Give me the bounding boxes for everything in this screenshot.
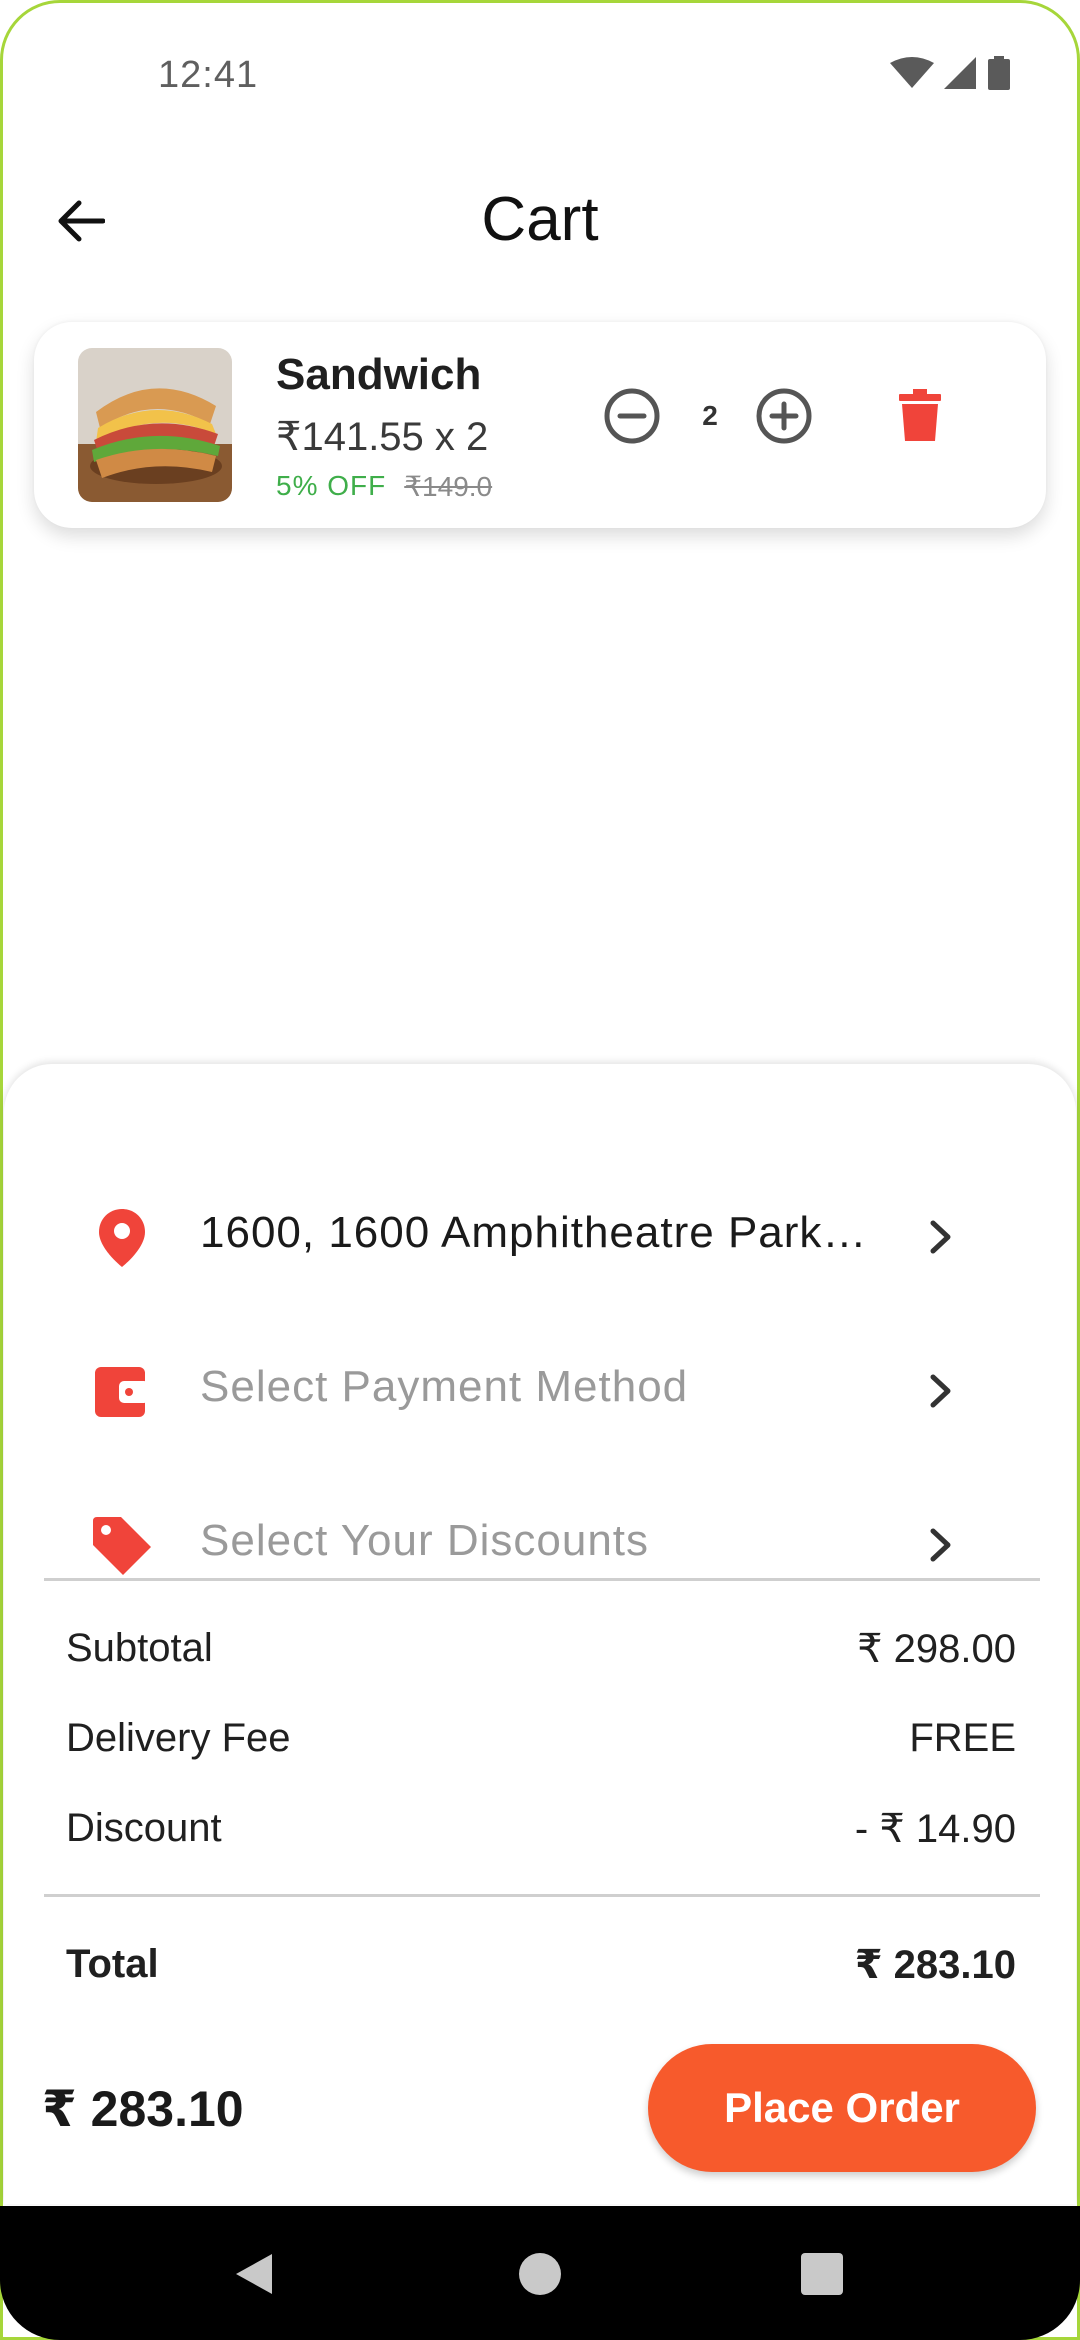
delivery-fee-label: Delivery Fee: [66, 1716, 291, 1760]
increase-quantity-button[interactable]: [754, 386, 814, 446]
payment-method-row[interactable]: Select Payment Method: [4, 1328, 1076, 1448]
subtotal-label: Subtotal: [66, 1626, 213, 1670]
delivery-fee-row: Delivery Fee FREE: [66, 1716, 1016, 1761]
nav-back-button[interactable]: [234, 2252, 274, 2301]
item-discount-row: 5% OFF ₹149.0: [276, 470, 492, 503]
item-original-price: ₹149.0: [404, 471, 493, 502]
status-time: 12:41: [158, 54, 259, 96]
system-navigation-bar: [0, 2206, 1080, 2340]
footer-total: ₹ 283.10: [42, 2081, 244, 2137]
chevron-right-icon: [916, 1518, 966, 1572]
location-pin-icon: [90, 1206, 154, 1270]
circle-home-icon: [519, 2253, 561, 2295]
total-value: ₹ 283.10: [854, 1943, 1016, 1987]
discounts-row[interactable]: Select Your Discounts: [4, 1482, 1076, 1602]
item-name: Sandwich: [276, 350, 482, 399]
cart-item-card: Sandwich ₹141.55 x 2 5% OFF ₹149.0 2: [34, 322, 1046, 528]
battery-icon: [988, 56, 1010, 90]
cellular-signal-icon: [944, 57, 976, 89]
plus-circle-icon: [756, 388, 812, 444]
wifi-icon: [890, 57, 934, 88]
nav-recents-button[interactable]: [800, 2252, 844, 2301]
delete-item-button[interactable]: [890, 378, 950, 452]
divider: [44, 1578, 1040, 1581]
app-header: Cart: [0, 160, 1080, 280]
item-price: ₹141.55 x 2: [276, 415, 489, 459]
trash-icon: [899, 389, 941, 441]
tag-icon: [90, 1514, 154, 1578]
checkout-sheet: 1600, 1600 Amphitheatre Parkway Select P…: [4, 1064, 1076, 2204]
total-label: Total: [66, 1942, 159, 1986]
item-discount: 5% OFF: [276, 470, 387, 501]
minus-circle-icon: [604, 388, 660, 444]
discount-row: Discount - ₹ 14.90: [66, 1806, 1016, 1852]
discount-label: Discount: [66, 1806, 222, 1850]
delivery-fee-value: FREE: [909, 1716, 1016, 1760]
status-icons: [890, 56, 1010, 90]
subtotal-row: Subtotal ₹ 298.00: [66, 1626, 1016, 1672]
page-title: Cart: [481, 185, 599, 254]
quantity-value: 2: [702, 400, 718, 431]
wallet-icon: [90, 1360, 154, 1424]
total-row: Total ₹ 283.10: [66, 1942, 1016, 1988]
discounts-text: Select Your Discounts: [200, 1516, 650, 1565]
discount-value: - ₹ 14.90: [854, 1807, 1016, 1851]
nav-home-button[interactable]: [518, 2252, 562, 2301]
square-recents-icon: [801, 2253, 843, 2295]
chevron-right-icon: [916, 1210, 966, 1264]
payment-method-text: Select Payment Method: [200, 1362, 689, 1411]
sandwich-image: [78, 348, 232, 502]
delivery-address-row[interactable]: 1600, 1600 Amphitheatre Parkway: [4, 1174, 1076, 1294]
status-bar: 12:41: [0, 0, 1080, 150]
delivery-address-text: 1600, 1600 Amphitheatre Parkway: [200, 1208, 880, 1257]
place-order-button[interactable]: Place Order: [648, 2044, 1036, 2172]
triangle-back-icon: [236, 2254, 272, 2294]
decrease-quantity-button[interactable]: [602, 386, 662, 446]
divider: [44, 1894, 1040, 1897]
subtotal-value: ₹ 298.00: [857, 1627, 1016, 1671]
checkout-footer: ₹ 283.10 Place Order: [0, 2040, 1080, 2210]
chevron-right-icon: [916, 1364, 966, 1418]
